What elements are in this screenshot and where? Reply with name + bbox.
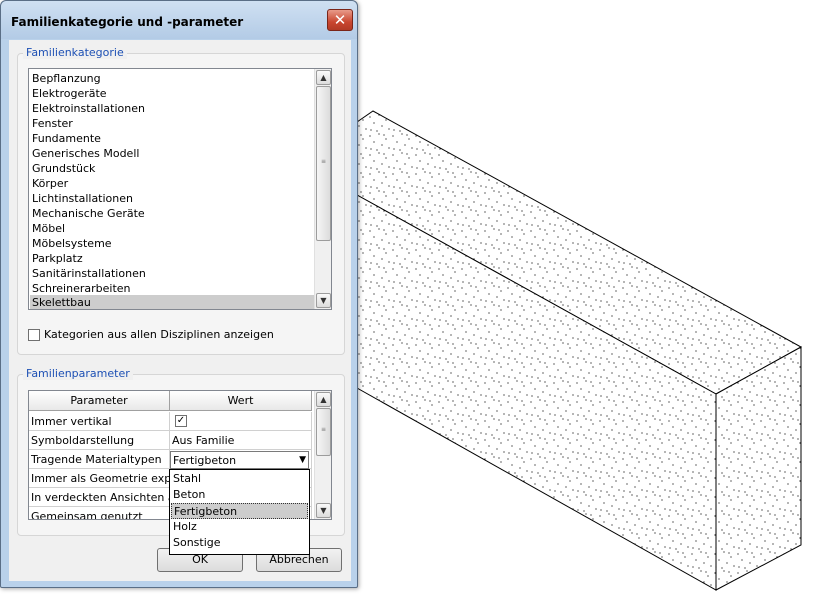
param-name-cell[interactable]: Symboldarstellung xyxy=(29,431,170,450)
param-value-cell[interactable]: Aus Familie xyxy=(170,431,312,450)
list-item[interactable]: Bepflanzung xyxy=(32,71,101,86)
category-scrollbar[interactable]: ▲ ≡ ▼ xyxy=(314,69,331,309)
close-icon: ✕ xyxy=(333,11,347,29)
list-item[interactable]: Elektrogeräte xyxy=(32,86,107,101)
close-button[interactable]: ✕ xyxy=(327,9,353,31)
column-header-value[interactable]: Wert xyxy=(170,391,312,411)
list-item[interactable]: Sanitärinstallationen xyxy=(32,266,146,281)
parameters-scrollbar[interactable]: ▲ ≡ ▼ xyxy=(314,391,331,519)
chevron-up-icon[interactable]: ▲ xyxy=(316,70,331,85)
list-item[interactable]: Körper xyxy=(32,176,68,191)
chevron-down-icon[interactable]: ▼ xyxy=(299,453,306,468)
dialog-titlebar[interactable]: Familienkategorie und -parameter ✕ xyxy=(1,1,357,39)
grip-icon: ≡ xyxy=(321,158,327,165)
list-item[interactable]: Mechanische Geräte xyxy=(32,206,145,221)
material-type-dropdown[interactable]: Stahl Beton Fertigbeton Holz Sonstige xyxy=(169,469,310,555)
dropdown-option[interactable]: Holz xyxy=(171,519,308,535)
list-item[interactable]: Fundamente xyxy=(32,131,101,146)
chevron-down-icon[interactable]: ▼ xyxy=(316,503,331,518)
parameters-group-label: Familienparameter xyxy=(23,367,133,380)
chevron-up-icon[interactable]: ▲ xyxy=(316,392,331,407)
param-name-cell[interactable]: Gemeinsam genutzt xyxy=(29,507,170,519)
scrollbar-thumb[interactable]: ≡ xyxy=(316,408,331,456)
column-header-parameter[interactable]: Parameter xyxy=(29,391,170,411)
chevron-down-icon[interactable]: ▼ xyxy=(316,293,331,308)
list-item[interactable]: Schreinerarbeiten xyxy=(32,281,131,296)
param-name-cell[interactable]: Immer als Geometrie expo xyxy=(29,469,170,488)
dropdown-option[interactable]: Beton xyxy=(171,487,308,503)
scrollbar-thumb[interactable]: ≡ xyxy=(316,86,331,241)
show-all-disciplines-label: Kategorien aus allen Disziplinen anzeige… xyxy=(44,328,274,341)
list-item[interactable]: Möbelsysteme xyxy=(32,236,112,251)
grip-icon: ≡ xyxy=(321,426,327,433)
list-item[interactable]: Elektroinstallationen xyxy=(32,101,145,116)
list-item[interactable]: Parkplatz xyxy=(32,251,83,266)
dropdown-option[interactable]: Stahl xyxy=(171,471,308,487)
show-all-disciplines-checkbox[interactable] xyxy=(28,329,40,341)
category-listbox[interactable]: Bepflanzung Elektrogeräte Elektroinstall… xyxy=(28,68,332,310)
param-name-cell[interactable]: Tragende Materialtypen xyxy=(29,450,170,469)
immer-vertikal-checkbox[interactable]: ✓ xyxy=(175,415,187,427)
dropdown-option-selected[interactable]: Fertigbeton xyxy=(171,503,308,519)
param-name-cell[interactable]: Immer vertikal xyxy=(29,412,170,431)
list-item[interactable]: Fenster xyxy=(32,116,73,131)
dialog-title: Familienkategorie und -parameter xyxy=(11,15,244,29)
list-item[interactable]: Möbel xyxy=(32,221,65,236)
list-item[interactable]: Generisches Modell xyxy=(32,146,139,161)
param-value-cell[interactable]: ✓ xyxy=(170,412,312,431)
concrete-beam[interactable] xyxy=(356,110,803,591)
material-type-combobox[interactable]: Fertigbeton ▼ xyxy=(170,451,309,469)
list-item[interactable]: Grundstück xyxy=(32,161,95,176)
combobox-value: Fertigbeton xyxy=(173,454,237,467)
list-item-selected[interactable]: Skelettbau xyxy=(30,295,314,309)
category-group-label: Familienkategorie xyxy=(23,46,127,59)
dropdown-option[interactable]: Sonstige xyxy=(171,535,308,551)
list-item[interactable]: Lichtinstallationen xyxy=(32,191,133,206)
param-name-cell[interactable]: In verdeckten Ansichten a xyxy=(29,488,170,507)
